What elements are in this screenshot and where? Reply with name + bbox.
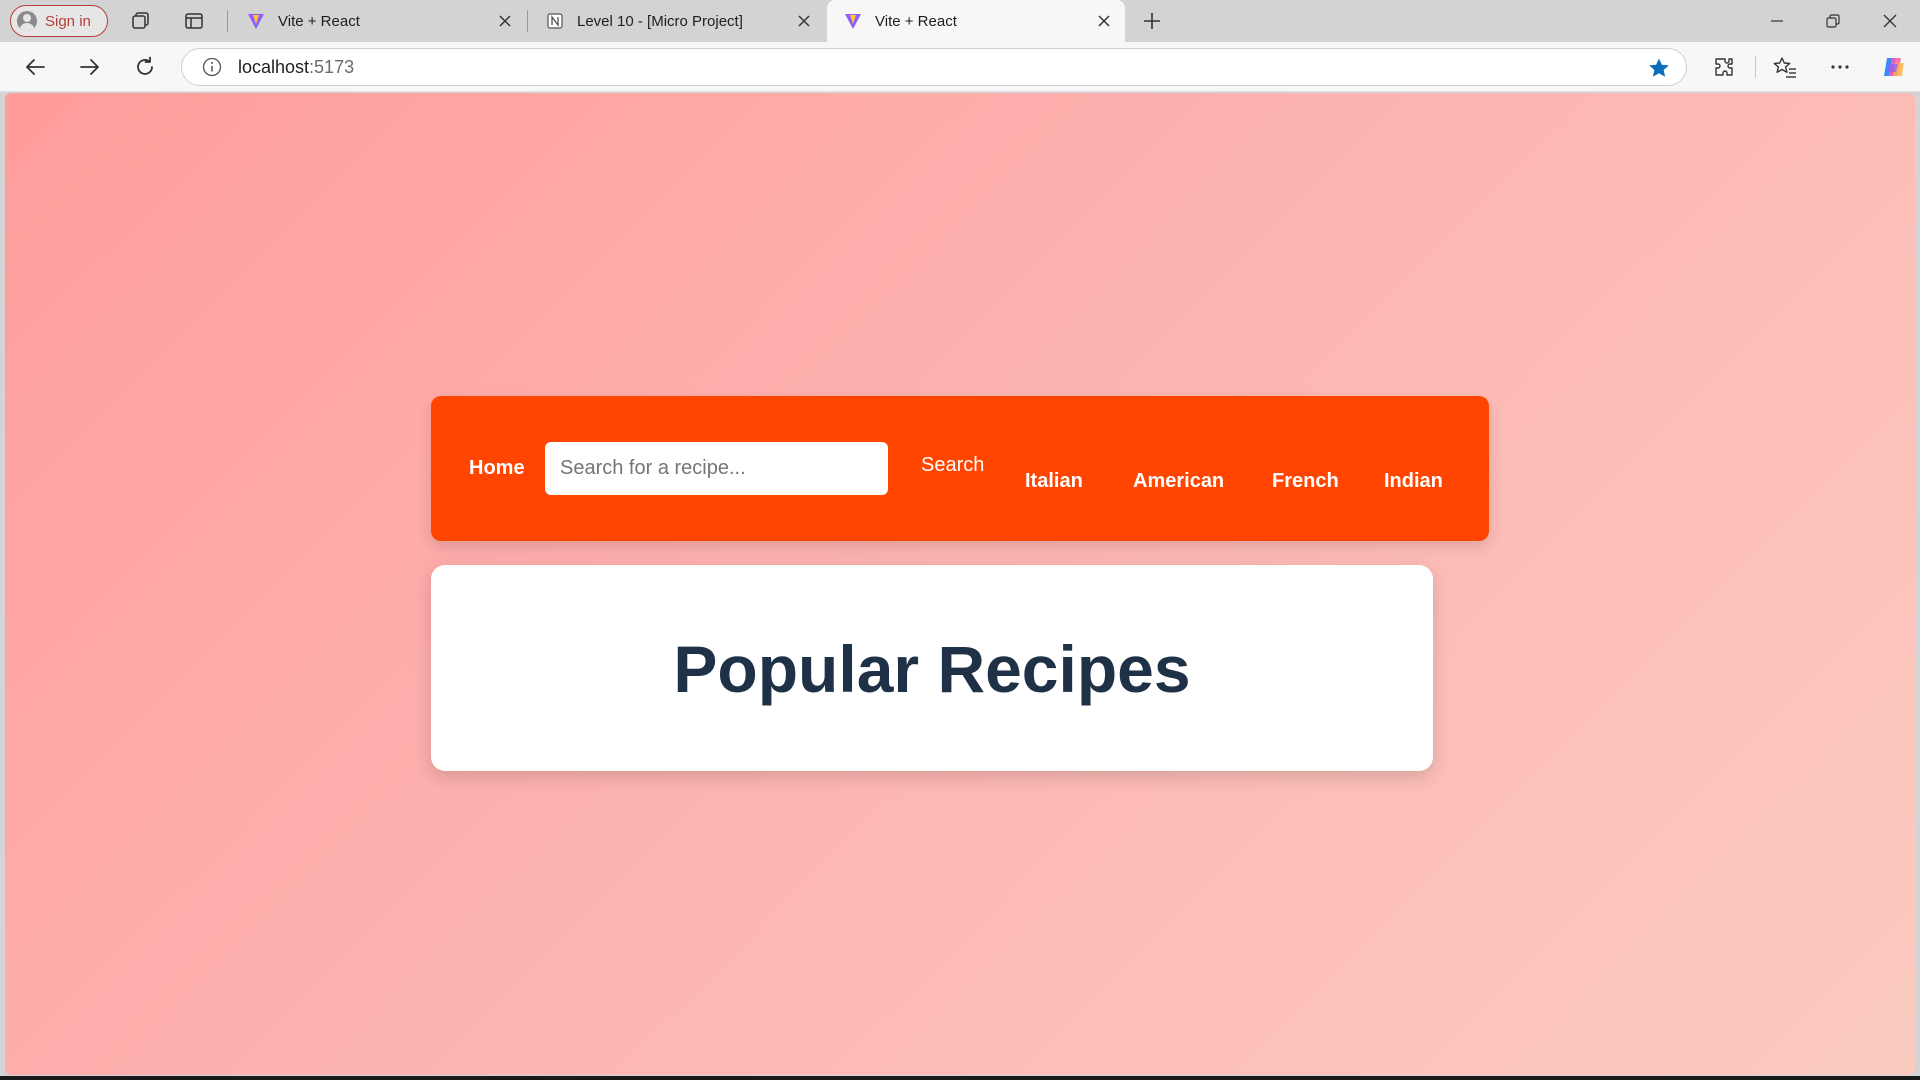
restore-icon[interactable] bbox=[1820, 8, 1846, 34]
url-host: localhost bbox=[238, 56, 310, 77]
search-button[interactable]: Search bbox=[921, 454, 984, 477]
vite-icon bbox=[843, 11, 863, 31]
address-bar[interactable]: localhost:5173 bbox=[181, 48, 1687, 86]
refresh-icon[interactable] bbox=[132, 54, 158, 80]
tab-actions-icon[interactable] bbox=[183, 10, 205, 32]
more-menu-icon[interactable] bbox=[1827, 54, 1853, 80]
browser-toolbar: localhost:5173 bbox=[0, 42, 1920, 92]
sign-in-label: Sign in bbox=[45, 12, 91, 30]
minimize-icon[interactable] bbox=[1764, 8, 1790, 34]
new-tab-icon[interactable] bbox=[1140, 9, 1164, 33]
recipe-navbar: Home Search Italian American French Indi… bbox=[431, 396, 1489, 541]
browser-tab-active[interactable]: Vite + React bbox=[827, 0, 1125, 42]
favorites-icon[interactable] bbox=[1772, 54, 1798, 80]
recipe-search-input[interactable] bbox=[545, 442, 888, 495]
window-bottom-edge bbox=[0, 1076, 1920, 1080]
forward-arrow-icon[interactable] bbox=[77, 54, 103, 80]
vite-icon bbox=[246, 11, 266, 31]
tab-separator bbox=[227, 10, 228, 32]
close-tab-icon[interactable] bbox=[795, 12, 813, 30]
close-tab-icon[interactable] bbox=[1095, 12, 1113, 30]
tab-title: Vite + React bbox=[278, 12, 360, 30]
page-title: Popular Recipes bbox=[673, 632, 1191, 706]
sign-in-button[interactable]: Sign in bbox=[10, 5, 108, 37]
category-link-french[interactable]: French bbox=[1272, 470, 1339, 493]
tab-separator bbox=[527, 10, 528, 32]
browser-tab[interactable]: Level 10 - [Micro Project] bbox=[529, 0, 825, 42]
extensions-icon[interactable] bbox=[1711, 54, 1737, 80]
copilot-icon[interactable] bbox=[1881, 54, 1907, 80]
close-window-icon[interactable] bbox=[1877, 8, 1903, 34]
browser-tab[interactable]: Vite + React bbox=[230, 0, 526, 42]
category-link-american[interactable]: American bbox=[1133, 470, 1224, 493]
category-link-italian[interactable]: Italian bbox=[1025, 470, 1083, 493]
tab-strip: Sign in Vite + React Level 10 - [Micro P… bbox=[0, 0, 1920, 42]
page-viewport: Home Search Italian American French Indi… bbox=[5, 93, 1915, 1075]
profile-avatar-icon bbox=[17, 11, 37, 31]
category-link-indian[interactable]: Indian bbox=[1384, 470, 1443, 493]
home-link[interactable]: Home bbox=[469, 457, 525, 480]
tab-title: Vite + React bbox=[875, 12, 957, 30]
url-port: :5173 bbox=[309, 56, 355, 77]
toolbar-separator bbox=[1755, 56, 1756, 78]
notion-icon bbox=[545, 11, 565, 31]
popular-recipes-card: Popular Recipes bbox=[431, 565, 1433, 771]
back-arrow-icon[interactable] bbox=[22, 54, 48, 80]
url-text: localhost:5173 bbox=[238, 57, 354, 78]
workspaces-icon[interactable] bbox=[130, 10, 152, 32]
tab-title: Level 10 - [Micro Project] bbox=[577, 12, 743, 30]
site-info-icon[interactable] bbox=[202, 57, 222, 77]
favorite-star-icon[interactable] bbox=[1648, 57, 1670, 79]
close-tab-icon[interactable] bbox=[496, 12, 514, 30]
